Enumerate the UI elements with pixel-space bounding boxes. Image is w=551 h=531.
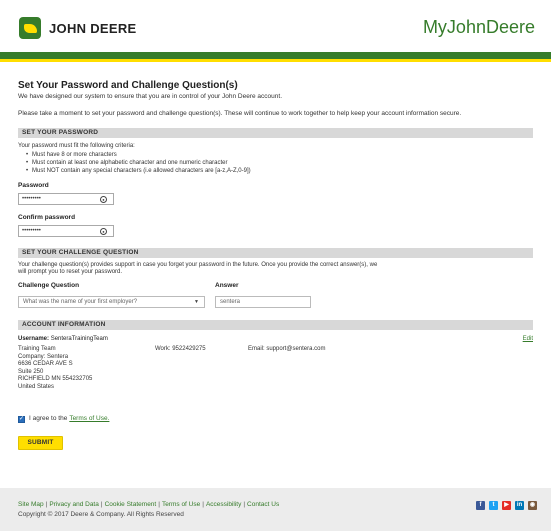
section-header-challenge: SET YOUR CHALLENGE QUESTION <box>18 248 533 258</box>
copyright: Copyright © 2017 Deere & Company. All Ri… <box>18 511 184 518</box>
instagram-icon[interactable]: ◉ <box>528 501 537 510</box>
main-content: Set Your Password and Challenge Question… <box>18 80 533 450</box>
address-line: Training Team <box>18 346 56 352</box>
criteria-item: Must contain at least one alphabetic cha… <box>26 159 533 167</box>
footer-separator: | <box>243 501 246 508</box>
intro-text-2: Please take a moment to set your passwor… <box>18 110 462 117</box>
header-yellow-bar <box>0 59 551 62</box>
address-block: Training Team Company: Sentera 6636 CEDA… <box>18 346 92 391</box>
username-label: Username: <box>18 336 50 342</box>
chevron-down-icon: ▼ <box>194 299 199 305</box>
terms-of-use-link[interactable]: Terms of Use. <box>69 415 109 423</box>
page-footer: Site Map | Privacy and Data | Cookie Stateme… <box>0 488 551 531</box>
confirm-password-label: Confirm password <box>18 214 76 221</box>
submit-button[interactable]: SUBMIT <box>18 436 63 450</box>
page-title: Set Your Password and Challenge Question… <box>18 80 238 91</box>
john-deere-logo[interactable]: JOHN DEERE <box>19 17 137 39</box>
work-phone: Work: 9522429275 <box>155 346 206 352</box>
confirm-password-field[interactable]: ••••••••• ● <box>18 225 114 237</box>
challenge-question-label: Challenge Question <box>18 282 80 289</box>
linkedin-icon[interactable]: in <box>515 501 524 510</box>
footer-separator: | <box>45 501 48 508</box>
footer-separator: | <box>100 501 103 508</box>
criteria-item: Must have 8 or more characters <box>26 151 533 159</box>
terms-agreement: ✓ I agree to the Terms of Use. <box>18 414 533 424</box>
email-address: Email: support@sentera.com <box>248 346 326 352</box>
password-field[interactable]: ••••••••• ● <box>18 193 114 205</box>
agree-text: I agree to the <box>29 415 68 422</box>
deer-logo-icon <box>19 17 41 39</box>
account-info: Username: SenteraTrainingTeam Edit Train… <box>18 336 533 414</box>
footer-link-site-map[interactable]: Site Map <box>18 501 44 508</box>
challenge-column-headers: Challenge Question Answer <box>18 282 533 291</box>
intro-text-1: We have designed our system to ensure th… <box>18 93 283 100</box>
address-line: RICHFIELD MN 554232705 <box>18 376 93 382</box>
footer-separator: | <box>202 501 204 508</box>
footer-link-accessibility[interactable]: Accessibility <box>206 501 241 508</box>
address-line: Company: Sentera <box>18 353 69 360</box>
agree-checkbox[interactable]: ✓ <box>18 415 25 423</box>
answer-value: sentera <box>220 299 241 305</box>
confirm-password-value: ••••••••• <box>22 228 41 234</box>
show-password-icon[interactable]: ● <box>100 195 107 203</box>
challenge-question-value: What was the name of your first employer… <box>23 299 138 305</box>
youtube-icon[interactable]: ▶ <box>502 501 511 510</box>
logo-text: JOHN DEERE <box>49 20 137 36</box>
footer-separator: | <box>158 501 160 508</box>
answer-input[interactable]: sentera <box>215 296 311 308</box>
footer-link-cookie[interactable]: Cookie Statement <box>105 501 157 508</box>
social-links: f t ▶ in ◉ <box>476 501 537 510</box>
answer-label: Answer <box>215 282 239 289</box>
page-header: JOHN DEERE MyJohnDeere <box>0 0 551 52</box>
password-value: ••••••••• <box>22 196 41 202</box>
edit-link[interactable]: Edit <box>523 336 533 344</box>
username: Username: SenteraTrainingTeam <box>18 336 108 344</box>
challenge-question-select[interactable]: What was the name of your first employer… <box>18 296 205 308</box>
password-label: Password <box>18 182 49 189</box>
header-green-bar <box>0 52 551 59</box>
brand-title: MyJohnDeere <box>422 17 535 37</box>
username-value: SenteraTrainingTeam <box>50 336 108 342</box>
criteria-intro: Your password must fit the following cri… <box>18 143 135 149</box>
section-header-password: SET YOUR PASSWORD <box>18 128 533 138</box>
facebook-icon[interactable]: f <box>476 501 485 510</box>
address-line: Suite 250 <box>18 368 44 375</box>
footer-links: Site Map | Privacy and Data | Cookie Stateme… <box>18 501 279 508</box>
challenge-row: What was the name of your first employer… <box>18 296 533 308</box>
footer-link-contact[interactable]: Contact Us <box>247 501 279 508</box>
criteria-list: Must have 8 or more characters Must cont… <box>18 151 533 175</box>
twitter-icon[interactable]: t <box>489 501 498 510</box>
criteria-item: Must NOT contain any special characters … <box>26 167 533 175</box>
address-line: United States <box>18 383 55 390</box>
address-line: 6636 CEDAR AVE S <box>18 361 73 367</box>
footer-link-terms[interactable]: Terms of Use <box>162 501 200 508</box>
footer-link-privacy[interactable]: Privacy and Data <box>49 501 99 508</box>
section-header-account: ACCOUNT INFORMATION <box>18 320 533 330</box>
challenge-intro: Your challenge question(s) provides supp… <box>18 262 378 275</box>
show-confirm-password-icon[interactable]: ● <box>100 227 107 235</box>
